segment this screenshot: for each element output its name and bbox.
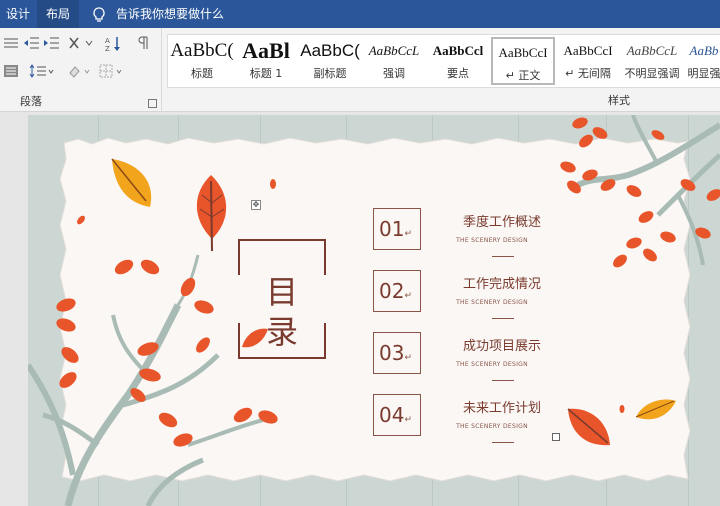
distributed-icon[interactable] xyxy=(0,64,22,84)
tab-design[interactable]: 设计 xyxy=(0,0,36,28)
shading-icon[interactable] xyxy=(66,64,94,84)
toc-item-subtitle-3: THE SCENERY DESIGN xyxy=(456,361,528,368)
chinese-layout-icon[interactable] xyxy=(66,36,96,56)
toc-item-underline xyxy=(492,380,514,381)
style-name: 副标题 xyxy=(313,67,347,80)
paragraph-mark: ↵ xyxy=(404,229,412,239)
style-normal[interactable]: AaBbCcI ↵ 正文 xyxy=(491,37,555,85)
toc-slide-image: 目 录 01↵ 季度工作概述 THE SCENERY DESIGN 02↵ 工作… xyxy=(28,115,720,506)
ribbon-tab-bar: 设计 布局 告诉我你想要做什么 xyxy=(0,0,720,28)
paragraph-group-label: 段落 xyxy=(20,95,42,108)
toc-number-box-2: 02↵ xyxy=(373,270,421,312)
yellow-leaf-icon xyxy=(111,158,152,207)
paragraph-group: AZ 段落 xyxy=(0,28,162,112)
yellow-leaf-icon xyxy=(635,399,676,420)
style-name: 明显强 xyxy=(687,67,720,80)
style-emphasis[interactable]: AaBbCcL 强调 xyxy=(362,37,426,85)
paragraph-dialog-launcher[interactable] xyxy=(148,99,157,108)
style-sample: AaBbCcl xyxy=(432,43,484,58)
style-heading-1[interactable]: AaBl 标题 1 xyxy=(234,37,298,85)
right-tree-illustration xyxy=(560,115,720,268)
resize-handle[interactable] xyxy=(552,433,560,441)
style-no-spacing[interactable]: AaBbCcI ↵ 无间隔 xyxy=(556,37,620,85)
tell-me-text: 告诉我你想要做什么 xyxy=(116,7,225,21)
toc-number-box-3: 03↵ xyxy=(373,332,421,374)
paragraph-mark: ↵ xyxy=(404,291,412,301)
toc-number: 02 xyxy=(379,279,405,303)
line-spacing-icon[interactable] xyxy=(28,64,56,84)
list-icon[interactable] xyxy=(0,36,22,56)
style-sample: AaBbCcI xyxy=(563,43,613,58)
small-leaf-icon xyxy=(77,215,85,225)
style-sample: AaBl xyxy=(242,38,290,63)
toc-number: 03 xyxy=(379,341,405,365)
toc-item-title-3: 成功项目展示 xyxy=(462,339,541,354)
orange-leaf-icon xyxy=(196,175,227,252)
toc-item-subtitle-4: THE SCENERY DESIGN xyxy=(456,423,528,430)
lightbulb-icon xyxy=(93,7,105,22)
sort-icon[interactable]: AZ xyxy=(102,36,124,56)
tab-layout[interactable]: 布局 xyxy=(37,0,79,28)
style-strong[interactable]: AaBbCcl 要点 xyxy=(426,37,490,85)
toc-number-box-4: 04↵ xyxy=(373,394,421,436)
svg-text:A: A xyxy=(105,37,110,45)
toc-title-char-2: 录 xyxy=(266,313,299,351)
style-sample: AaBbCcL xyxy=(626,43,678,58)
style-sample: AaBbC( xyxy=(300,41,360,60)
style-name: 要点 xyxy=(447,67,469,80)
small-leaf-icon xyxy=(619,405,625,413)
toc-item-title-2: 工作完成情况 xyxy=(462,277,541,292)
toc-number-box-1: 01↵ xyxy=(373,208,421,250)
style-sample: AaBbCcL xyxy=(368,43,420,58)
style-subtitle[interactable]: AaBbC( 副标题 xyxy=(298,37,362,85)
style-name: 不明显强调 xyxy=(624,67,680,80)
style-sample: AaBbCcI xyxy=(498,45,548,60)
decrease-indent-icon[interactable] xyxy=(20,36,42,56)
toc-item-subtitle-2: THE SCENERY DESIGN xyxy=(456,299,528,306)
paragraph-mark: ↵ xyxy=(404,415,412,425)
style-name: 标题 xyxy=(191,67,213,80)
style-title[interactable]: AaBbC( 标题 xyxy=(170,37,234,85)
left-tree-illustration xyxy=(28,254,278,506)
toc-item-underline xyxy=(492,442,514,443)
toc-item-title-4: 未来工作计划 xyxy=(462,401,541,416)
orange-leaf-icon xyxy=(567,408,610,446)
increase-indent-icon[interactable] xyxy=(40,36,62,56)
small-leaf-icon xyxy=(270,179,276,189)
move-anchor-icon[interactable]: ✥ xyxy=(251,200,261,210)
style-subtle-emphasis[interactable]: AaBbCcL 不明显强调 xyxy=(620,37,684,85)
style-sample: AaBbC( xyxy=(170,40,234,61)
toc-item-underline xyxy=(492,318,514,319)
toc-number: 01 xyxy=(379,217,405,241)
toc-number: 04 xyxy=(379,403,405,427)
toc-item-underline xyxy=(492,256,514,257)
svg-text:Z: Z xyxy=(105,45,110,52)
styles-gallery: AaBbC( 标题 AaBl 标题 1 AaBbC( 副标题 AaBbCcL 强… xyxy=(167,34,720,88)
ribbon: AZ 段落 AaBbC( 标题 AaBl 标题 1 AaBbC(副标题 AaB… xyxy=(0,28,720,112)
styles-group-label: 样式 xyxy=(608,94,630,107)
document-area: 目 录 01↵ 季度工作概述 THE SCENERY DESIGN 02↵ 工作… xyxy=(0,113,720,506)
style-name: ↵ 无间隔 xyxy=(565,67,611,80)
paragraph-mark: ↵ xyxy=(404,353,412,363)
style-intense-emphasis[interactable]: AaBb 明显强 xyxy=(684,37,720,85)
style-sample: AaBb xyxy=(689,43,719,58)
show-marks-icon[interactable] xyxy=(132,36,154,56)
style-name: 标题 1 xyxy=(249,67,283,80)
style-name: 强调 xyxy=(383,67,405,80)
toc-item-subtitle-1: THE SCENERY DESIGN xyxy=(456,237,528,244)
style-name: ↵ 正文 xyxy=(505,69,541,82)
borders-icon[interactable] xyxy=(98,64,126,84)
orange-leaf-icon xyxy=(242,328,268,348)
toc-item-title-1: 季度工作概述 xyxy=(462,215,541,230)
